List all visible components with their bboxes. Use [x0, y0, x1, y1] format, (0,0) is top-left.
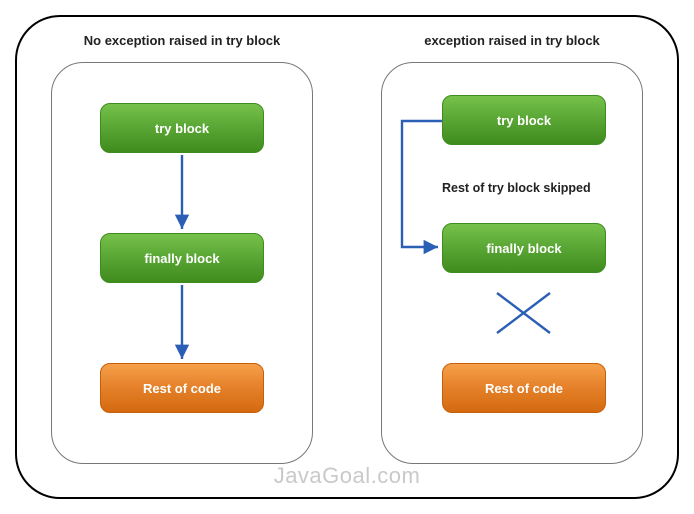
- right-inner-panel: try block Rest of try block skipped fina…: [381, 62, 643, 464]
- left-title: No exception raised in try block: [84, 33, 281, 48]
- diagram-frame: No exception raised in try block try blo…: [15, 15, 679, 499]
- right-title: exception raised in try block: [424, 33, 600, 48]
- finally-block-left: finally block: [100, 233, 264, 283]
- try-block-left: try block: [100, 103, 264, 153]
- finally-block-right: finally block: [442, 223, 606, 273]
- try-block-right: try block: [442, 95, 606, 145]
- rest-block-left: Rest of code: [100, 363, 264, 413]
- skip-label: Rest of try block skipped: [442, 181, 591, 195]
- left-inner-panel: try block finally block Rest of code: [51, 62, 313, 464]
- right-column: exception raised in try block try block …: [347, 17, 677, 497]
- rest-block-right: Rest of code: [442, 363, 606, 413]
- left-column: No exception raised in try block try blo…: [17, 17, 347, 497]
